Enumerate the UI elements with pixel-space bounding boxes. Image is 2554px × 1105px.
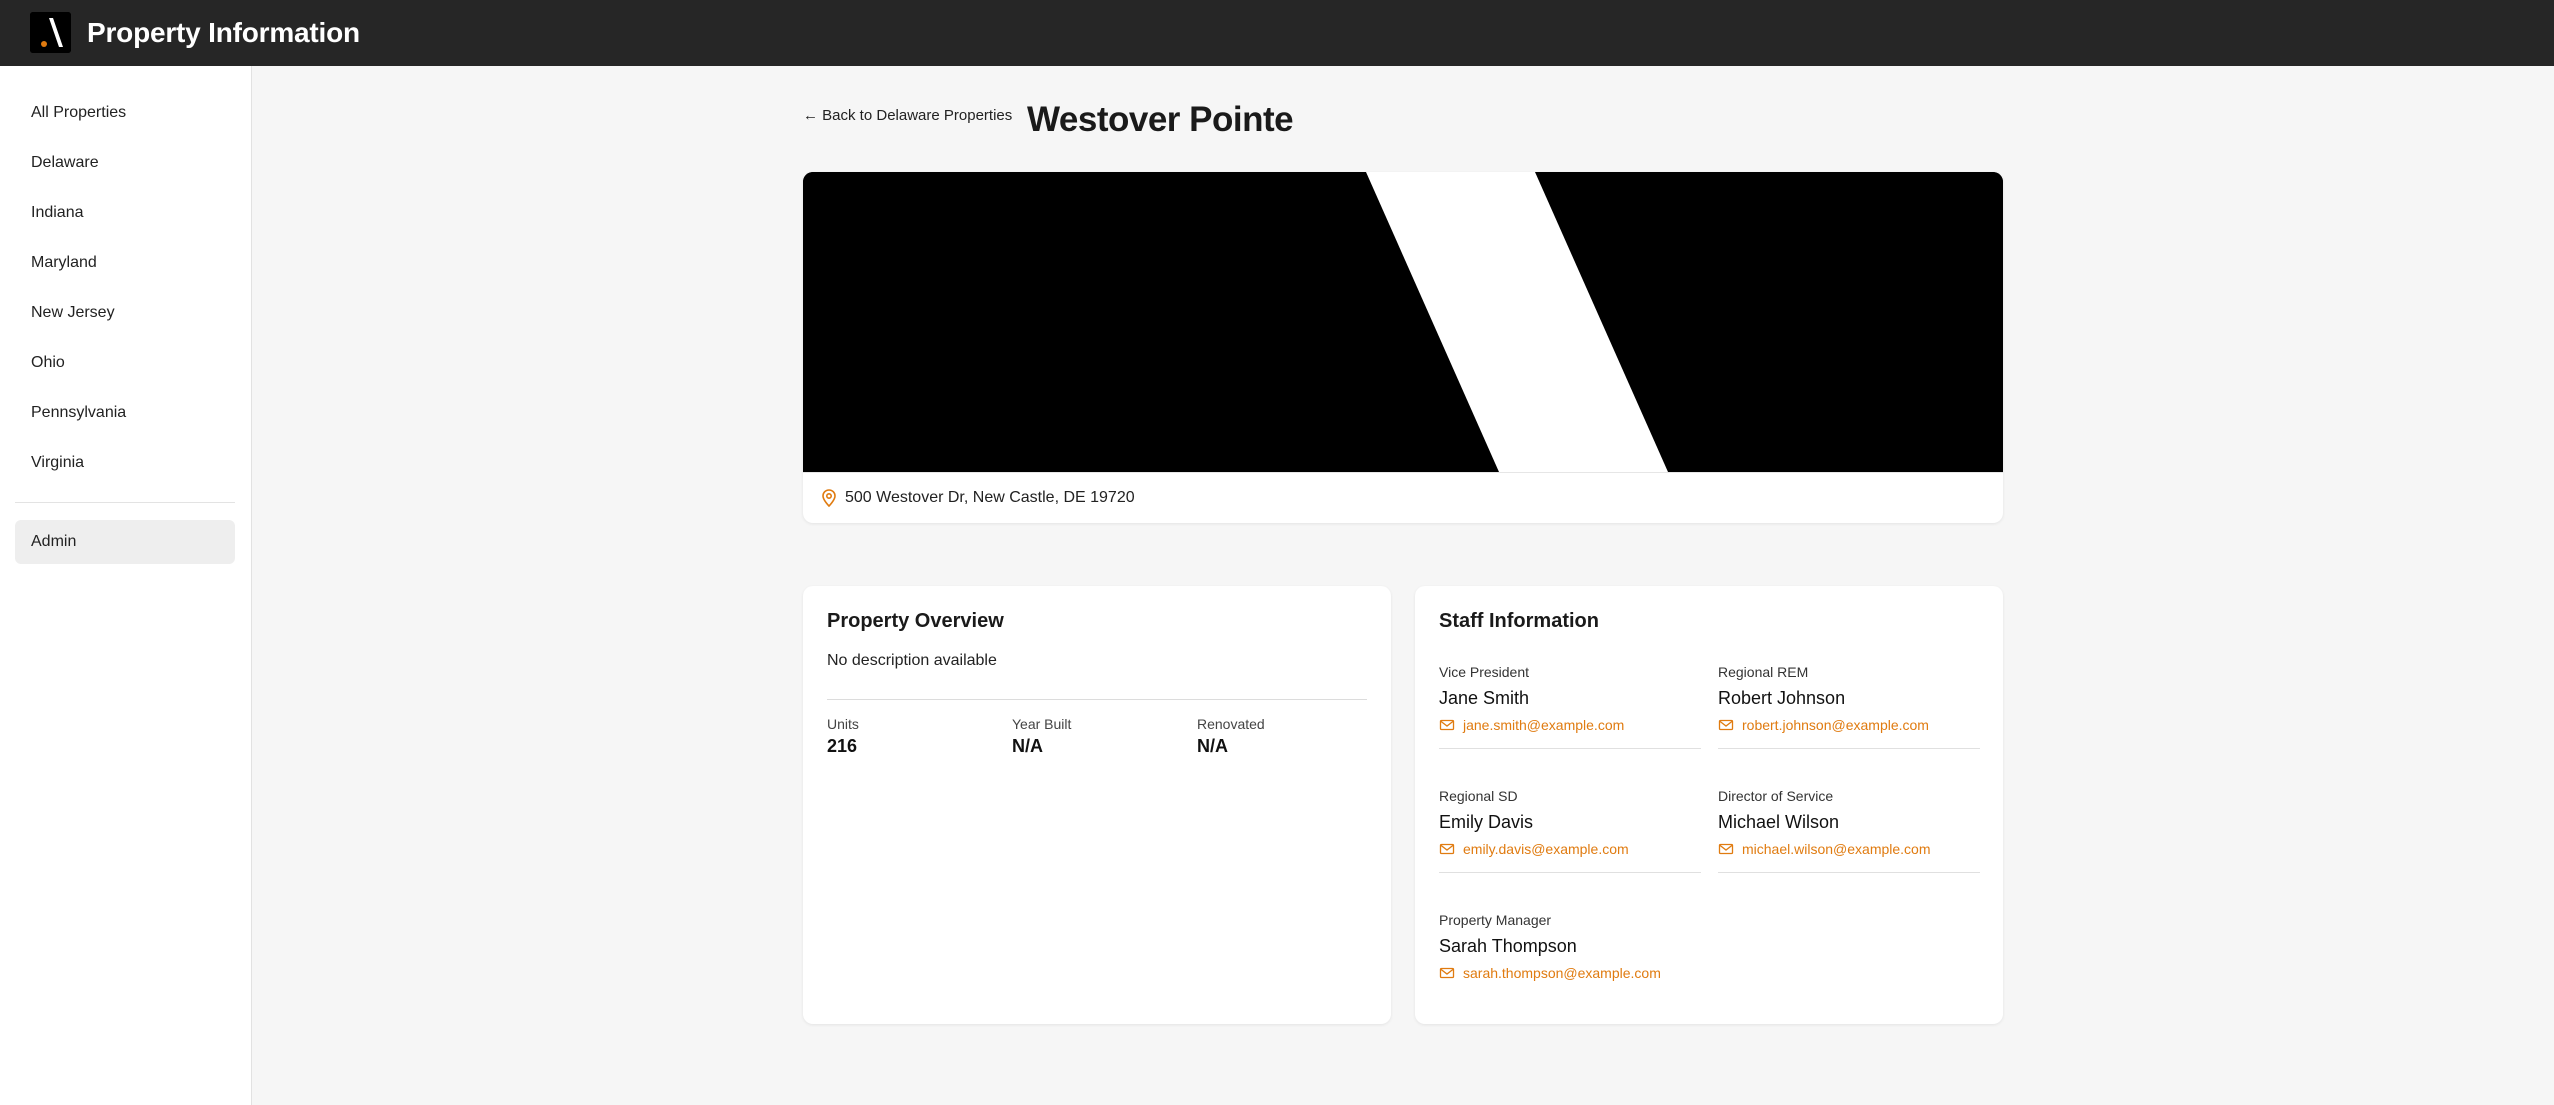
mail-icon [1718, 717, 1734, 733]
stat-value: 216 [827, 736, 858, 756]
sidebar-item-ohio[interactable]: Ohio [15, 341, 235, 385]
sidebar-item-new-jersey[interactable]: New Jersey [15, 291, 235, 335]
sidebar-item-delaware[interactable]: Delaware [15, 141, 235, 185]
stat-label: Renovated [1197, 716, 1265, 732]
staff-regional-rem: Regional REM Robert Johnson robert.johns… [1718, 664, 1980, 749]
staff-role: Regional SD [1439, 788, 1518, 804]
stat-renovated: Renovated N/A [1197, 716, 1265, 757]
page-title: Westover Pointe [1027, 100, 1294, 139]
sidebar: All Properties Delaware Indiana Maryland… [0, 66, 252, 1105]
location-pin-icon [819, 488, 839, 508]
staff-name: Sarah Thompson [1439, 936, 1577, 956]
property-overview-card: Property Overview No description availab… [803, 586, 1391, 1024]
sidebar-item-indiana[interactable]: Indiana [15, 191, 235, 235]
staff-email-link[interactable]: michael.wilson@example.com [1718, 841, 1980, 857]
staff-email-link[interactable]: jane.smith@example.com [1439, 717, 1701, 733]
staff-property-manager: Property Manager Sarah Thompson sarah.th… [1439, 912, 1701, 981]
staff-email: jane.smith@example.com [1463, 717, 1625, 733]
overview-title: Property Overview [827, 610, 1004, 632]
staff-email-link[interactable]: robert.johnson@example.com [1718, 717, 1980, 733]
sidebar-item-all-properties[interactable]: All Properties [15, 91, 235, 135]
property-description: No description available [827, 652, 997, 669]
staff-email: emily.davis@example.com [1463, 841, 1629, 857]
stat-year-built: Year Built N/A [1012, 716, 1071, 757]
address-row: 500 Westover Dr, New Castle, DE 19720 [803, 472, 2003, 523]
staff-divider [1439, 872, 1701, 873]
sidebar-item-virginia[interactable]: Virginia [15, 441, 235, 485]
staff-name: Michael Wilson [1718, 812, 1840, 832]
staff-regional-sd: Regional SD Emily Davis emily.davis@exam… [1439, 788, 1701, 873]
app-title: Property Information [87, 17, 360, 48]
staff-information-card: Staff Information Vice President Jane Sm… [1415, 586, 2003, 1024]
back-link[interactable]: ← Back to Delaware Properties [803, 104, 1012, 128]
staff-role: Regional REM [1718, 664, 1809, 680]
stat-value: N/A [1012, 736, 1043, 756]
staff-name: Jane Smith [1439, 688, 1530, 708]
property-address: 500 Westover Dr, New Castle, DE 19720 [845, 489, 1135, 506]
staff-director-of-service: Director of Service Michael Wilson micha… [1718, 788, 1980, 873]
staff-role: Director of Service [1718, 788, 1834, 804]
staff-name: Robert Johnson [1718, 688, 1846, 708]
staff-vice-president: Vice President Jane Smith jane.smith@exa… [1439, 664, 1701, 749]
mail-icon [1439, 841, 1455, 857]
property-image [803, 172, 2003, 472]
staff-title: Staff Information [1439, 610, 1599, 632]
top-bar: Property Information [0, 0, 2554, 66]
staff-email: michael.wilson@example.com [1742, 841, 1931, 857]
staff-email-link[interactable]: emily.davis@example.com [1439, 841, 1701, 857]
sidebar-item-admin[interactable]: Admin [15, 520, 235, 564]
mail-icon [1439, 965, 1455, 981]
staff-name: Emily Davis [1439, 812, 1534, 832]
mail-icon [1439, 717, 1455, 733]
sidebar-item-pennsylvania[interactable]: Pennsylvania [15, 391, 235, 435]
staff-divider [1718, 872, 1980, 873]
overview-divider [827, 699, 1367, 700]
mail-icon [1718, 841, 1734, 857]
sidebar-divider [15, 502, 235, 503]
stat-label: Year Built [1012, 716, 1072, 732]
staff-role: Vice President [1439, 664, 1530, 680]
stat-label: Units [827, 716, 859, 732]
staff-email: robert.johnson@example.com [1742, 717, 1929, 733]
staff-role: Property Manager [1439, 912, 1552, 928]
stat-units: Units 216 [827, 716, 859, 757]
property-hero-card: 500 Westover Dr, New Castle, DE 19720 [803, 172, 2003, 523]
staff-email-link[interactable]: sarah.thompson@example.com [1439, 965, 1701, 981]
staff-divider [1439, 748, 1701, 749]
staff-divider [1718, 748, 1980, 749]
brand-logo-icon[interactable] [30, 12, 71, 53]
stat-value: N/A [1197, 736, 1228, 756]
sidebar-item-maryland[interactable]: Maryland [15, 241, 235, 285]
staff-email: sarah.thompson@example.com [1463, 965, 1661, 981]
